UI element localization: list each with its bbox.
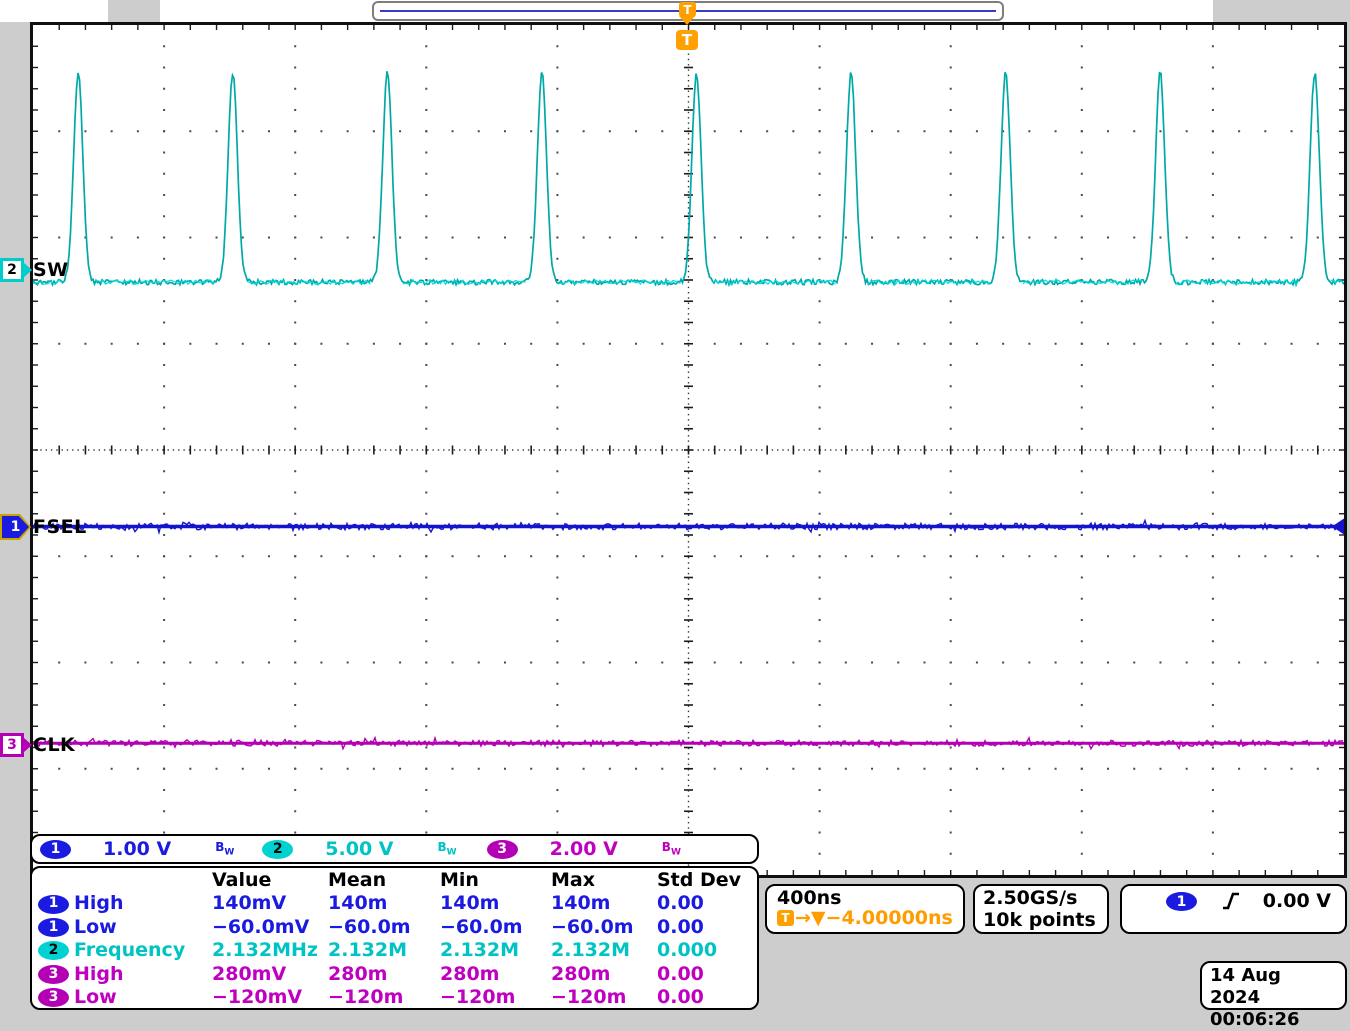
measurement-mean: 140m [328,892,440,915]
measurement-mean: 280m [328,963,440,986]
time-value: 00:06:26 [1210,1009,1337,1031]
measurement-stddev: 0.00 [657,892,757,915]
measurement-row-badge: 1 [38,918,69,937]
trigger-position-flag-tip [679,16,695,25]
measurement-row-badge: 3 [38,988,69,1007]
measurement-value: 280mV [212,963,328,986]
channel-3-marker[interactable]: 3 [0,733,32,757]
acquisition-readout: 2.50GS/s 10k points [973,884,1109,934]
measurement-min: −60.0m [440,916,551,939]
column-header-max: Max [551,869,657,892]
timebase-scale: 400ns [777,887,953,909]
measurement-table: Value Mean Min Max Std Dev 1 High 140mV … [38,869,757,1009]
measurement-name: High [74,963,212,986]
graticule [30,22,1347,878]
column-header-value: Value [212,869,328,892]
trigger-level-arrow [1332,519,1344,535]
channel-3-scale: 2.00 V [550,838,618,860]
measurement-stddev: 0.00 [657,986,757,1009]
trace-label-fsel: FSEL [33,516,87,538]
channel-3-badge[interactable]: 3 [487,840,518,859]
measurement-max: −60.0m [551,916,657,939]
delay-arrows-icon: →▼ [795,907,826,929]
trigger-readout: 1 0.00 V [1120,884,1347,934]
trace-label-clk: CLK [33,734,75,756]
measurement-name: High [74,892,212,915]
trigger-t-chip-icon: T [777,910,794,926]
measurement-value: −60.0mV [212,916,328,939]
channel-2-marker-arrow-icon [24,263,32,277]
measurement-min: 280m [440,963,551,986]
datetime-readout: 14 Aug 2024 00:06:26 [1200,961,1347,1010]
measurement-max: 2.132M [551,939,657,962]
trace-label-sw: SW [33,259,69,281]
channel-scale-bar: 1 1.00 V BW 2 5.00 V BW 3 2.00 V BW [30,834,759,864]
horizontal-delay-value: −4.00000ns [826,907,953,929]
measurement-panel: Value Mean Min Max Std Dev 1 High 140mV … [30,866,759,1010]
measurement-max: 140m [551,892,657,915]
channel-3-bandwidth-icon: BW [662,840,681,857]
channel-2-bandwidth-icon: BW [438,840,457,857]
channel-2-marker[interactable]: 2 [0,258,32,282]
measurement-value: 2.132MHz [212,939,328,962]
measurement-name: Frequency [74,939,212,962]
measurement-row-badge: 1 [38,895,69,914]
measurement-stddev: 0.000 [657,939,757,962]
column-header-mean: Mean [328,869,440,892]
channel-3-marker-arrow-icon [24,738,32,752]
measurement-name: Low [74,916,212,939]
rising-edge-icon [1221,891,1241,911]
column-header-min: Min [440,869,551,892]
channel-2-marker-number: 2 [0,258,24,282]
measurement-name: Low [74,986,212,1009]
measurement-min: −120m [440,986,551,1009]
channel-1-marker-number: 1 [2,516,29,538]
measurement-max: 280m [551,963,657,986]
channel-3-marker-number: 3 [0,733,24,757]
channel-1-marker[interactable]: 1 [0,514,31,540]
channel-1-scale: 1.00 V [103,838,171,860]
horizontal-readout: 400ns T →▼ −4.00000ns [765,884,965,934]
channel-2-scale: 5.00 V [325,838,393,860]
channel-1-bandwidth-icon: BW [215,840,234,857]
trigger-position-badge[interactable]: T [676,30,698,50]
measurement-value: 140mV [212,892,328,915]
channel-1-badge[interactable]: 1 [40,840,71,859]
trigger-source-badge: 1 [1166,892,1197,911]
measurement-mean: 2.132M [328,939,440,962]
measurement-min: 2.132M [440,939,551,962]
graticule-svg [33,25,1344,875]
measurement-max: −120m [551,986,657,1009]
column-header-stddev: Std Dev [657,869,757,892]
trigger-level-value: 0.00 V [1263,890,1331,912]
top-strip-notch [108,0,160,22]
channel-2-badge[interactable]: 2 [262,840,293,859]
measurement-row-badge: 3 [38,965,69,984]
trigger-position-flag[interactable]: T [679,2,696,17]
measurement-min: 140m [440,892,551,915]
record-length: 10k points [983,909,1099,931]
measurement-stddev: 0.00 [657,916,757,939]
measurement-row-badge: 2 [38,941,69,960]
measurement-mean: −60.0m [328,916,440,939]
measurement-value: −120mV [212,986,328,1009]
date-value: 14 Aug 2024 [1210,965,1337,1009]
measurement-mean: −120m [328,986,440,1009]
sample-rate: 2.50GS/s [983,887,1099,909]
measurement-stddev: 0.00 [657,963,757,986]
